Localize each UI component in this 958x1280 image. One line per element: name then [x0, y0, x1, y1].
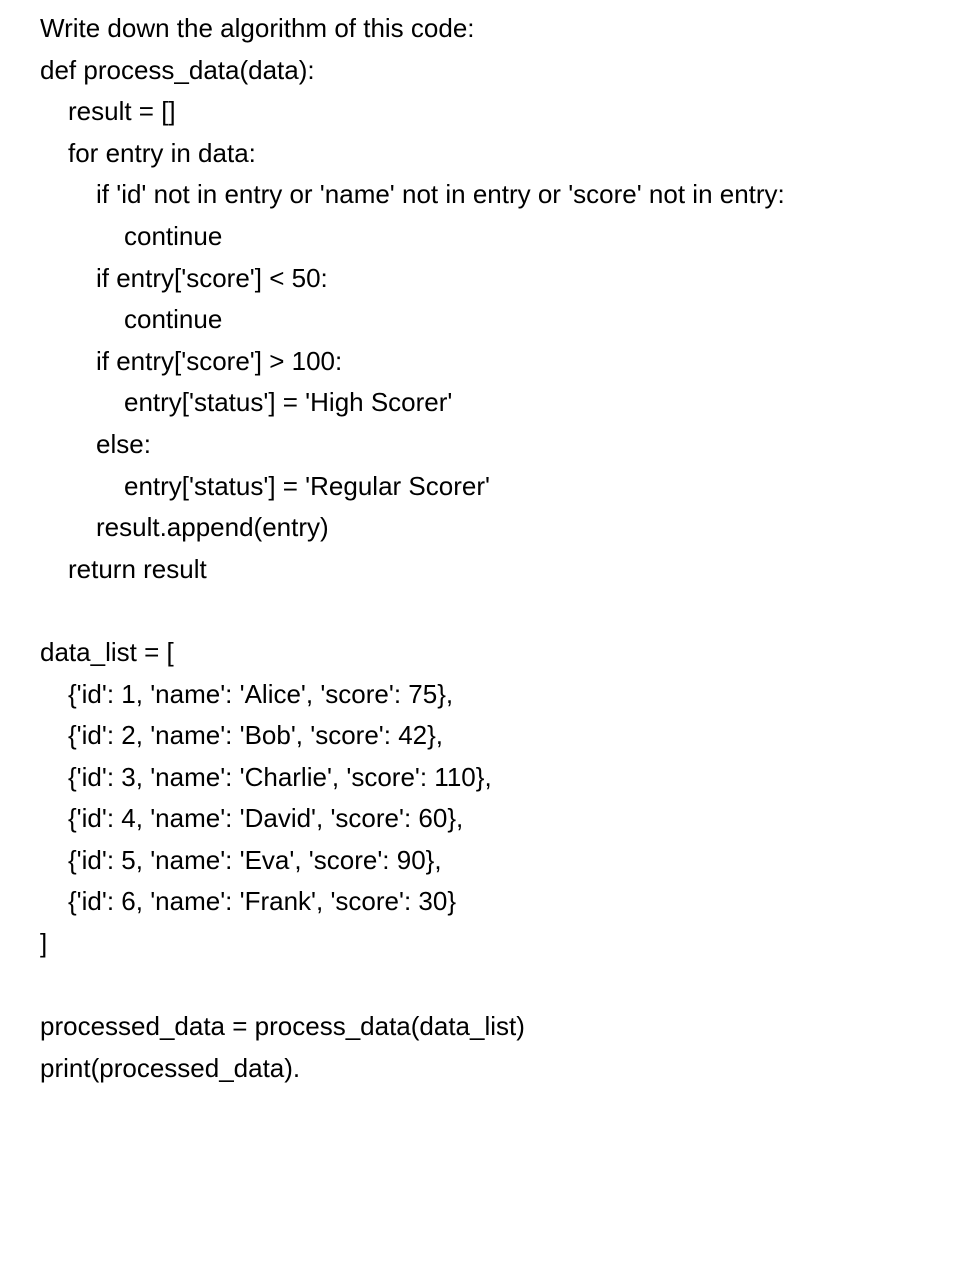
- code-content: Write down the algorithm of this code:de…: [40, 8, 918, 1089]
- code-line: ]: [40, 923, 918, 965]
- code-line: else:: [40, 424, 918, 466]
- code-line: entry['status'] = 'High Scorer': [40, 382, 918, 424]
- code-line: if entry['score'] > 100:: [40, 341, 918, 383]
- code-line: result = []: [40, 91, 918, 133]
- code-line: {'id': 5, 'name': 'Eva', 'score': 90},: [40, 840, 918, 882]
- code-line: {'id': 3, 'name': 'Charlie', 'score': 11…: [40, 757, 918, 799]
- code-line: [40, 965, 918, 1007]
- code-line: [40, 590, 918, 632]
- code-line: if entry['score'] < 50:: [40, 258, 918, 300]
- code-line: if 'id' not in entry or 'name' not in en…: [40, 174, 918, 216]
- code-line: processed_data = process_data(data_list): [40, 1006, 918, 1048]
- code-line: continue: [40, 299, 918, 341]
- code-line: {'id': 1, 'name': 'Alice', 'score': 75},: [40, 674, 918, 716]
- code-line: continue: [40, 216, 918, 258]
- code-line: for entry in data:: [40, 133, 918, 175]
- code-line: print(processed_data).: [40, 1048, 918, 1090]
- code-line: result.append(entry): [40, 507, 918, 549]
- code-line: {'id': 6, 'name': 'Frank', 'score': 30}: [40, 881, 918, 923]
- code-line: {'id': 4, 'name': 'David', 'score': 60},: [40, 798, 918, 840]
- code-line: def process_data(data):: [40, 50, 918, 92]
- code-line: entry['status'] = 'Regular Scorer': [40, 466, 918, 508]
- code-line: Write down the algorithm of this code:: [40, 8, 918, 50]
- code-line: data_list = [: [40, 632, 918, 674]
- code-line: {'id': 2, 'name': 'Bob', 'score': 42},: [40, 715, 918, 757]
- code-line: return result: [40, 549, 918, 591]
